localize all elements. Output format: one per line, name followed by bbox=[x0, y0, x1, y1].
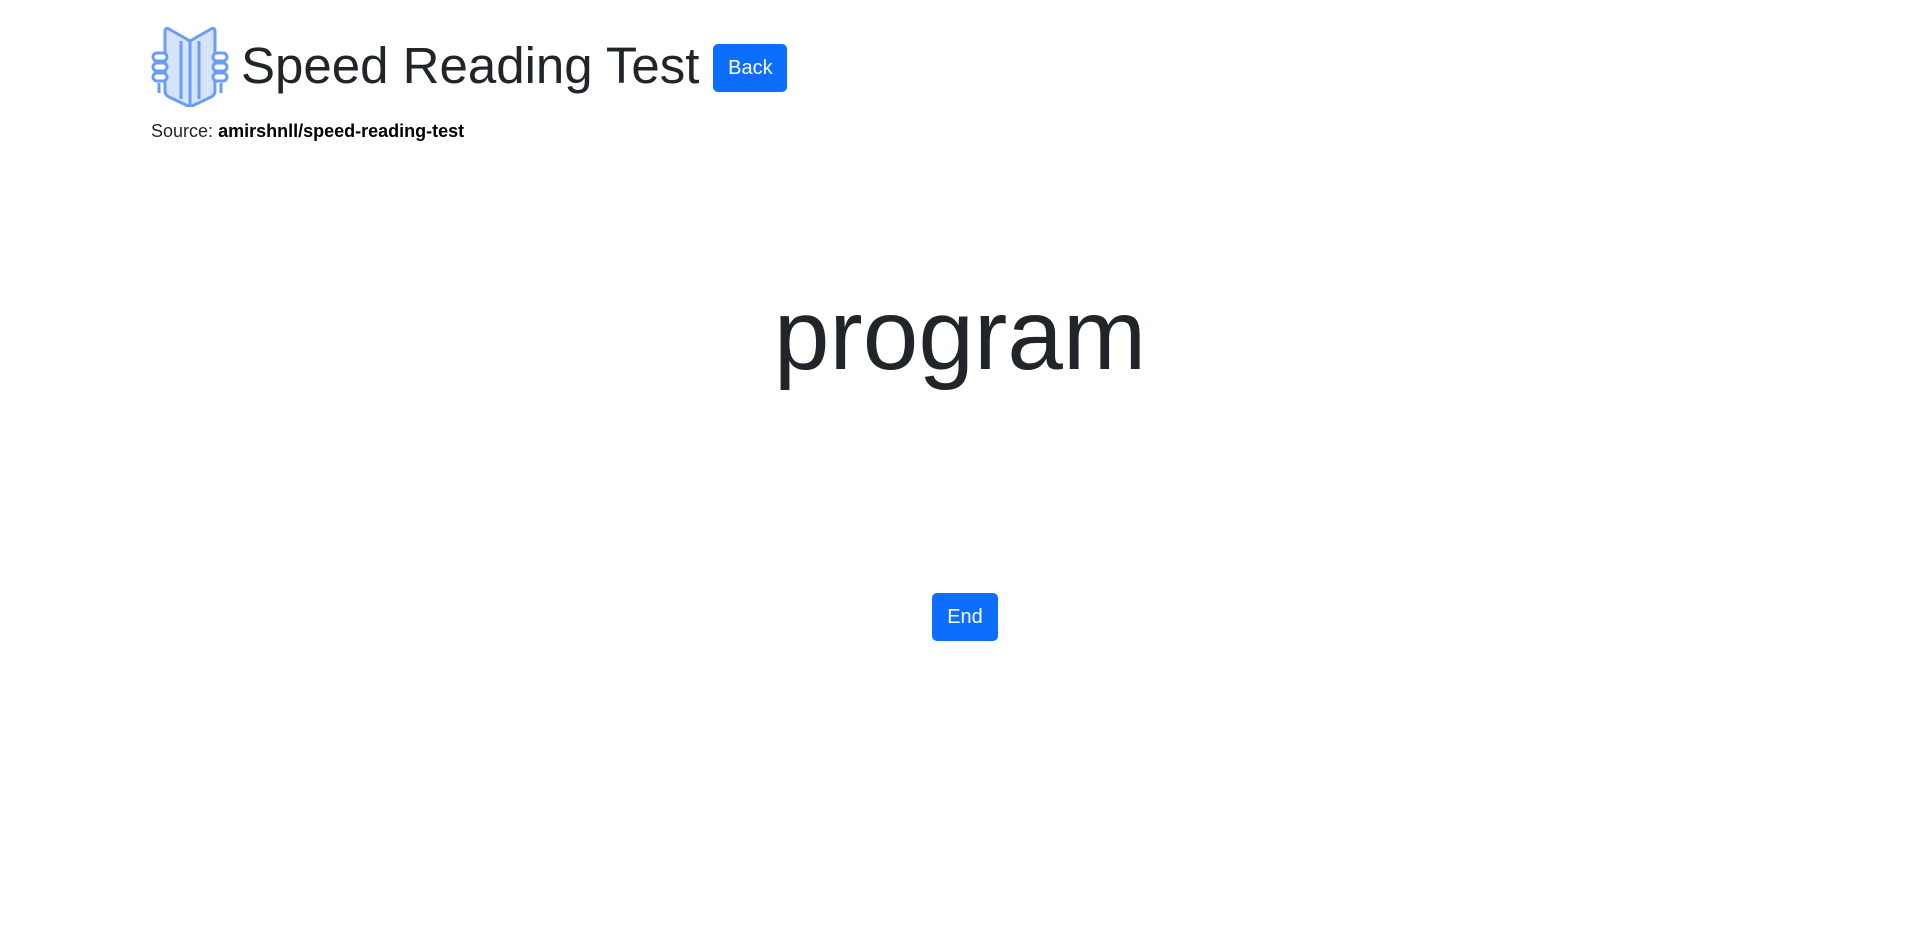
source-label: Source: bbox=[151, 121, 214, 141]
open-book-icon bbox=[151, 26, 229, 107]
end-button[interactable]: End bbox=[932, 593, 998, 641]
source-line: Source: amirshnll/speed-reading-test bbox=[151, 121, 464, 142]
header: Speed Reading Test Back bbox=[151, 23, 788, 107]
current-word: program bbox=[773, 279, 1147, 391]
page: Speed Reading Test Back Source: amirshnl… bbox=[0, 0, 1920, 942]
source-repo: amirshnll/speed-reading-test bbox=[218, 121, 465, 141]
page-title: Speed Reading Test bbox=[241, 36, 700, 94]
back-button[interactable]: Back bbox=[713, 44, 788, 92]
